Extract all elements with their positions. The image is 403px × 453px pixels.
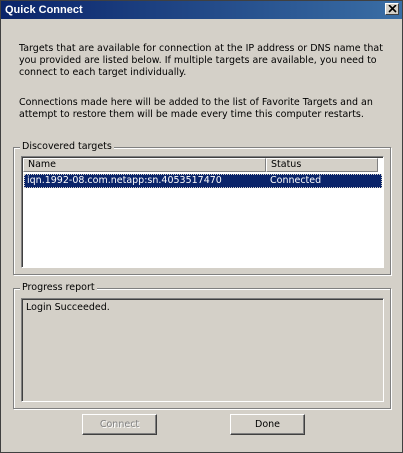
discovered-targets-label: Discovered targets — [20, 141, 114, 153]
intro-paragraph-1: Targets that are available for connectio… — [19, 43, 383, 78]
target-status-cell: Connected — [270, 175, 322, 186]
progress-report-group: Progress report Login Succeeded. — [13, 282, 391, 409]
table-row[interactable]: iqn.1992-08.com.netapp:sn.4053517470 Con… — [24, 174, 382, 188]
targets-list[interactable]: Name Status iqn.1992-08.com.netapp:sn.40… — [21, 156, 384, 268]
column-header-status[interactable]: Status — [266, 158, 378, 172]
target-name-cell: iqn.1992-08.com.netapp:sn.4053517470 — [27, 175, 222, 186]
intro-paragraph-2: Connections made here will be added to t… — [19, 97, 373, 120]
column-header-name[interactable]: Name — [23, 158, 266, 172]
progress-report-label: Progress report — [20, 282, 97, 294]
close-button[interactable] — [385, 3, 399, 15]
close-icon — [388, 5, 397, 13]
title-bar[interactable]: Quick Connect — [1, 1, 402, 19]
discovered-targets-group: Discovered targets Name Status iqn.1992-… — [13, 141, 391, 275]
done-button[interactable]: Done — [230, 414, 305, 435]
window-title: Quick Connect — [5, 4, 83, 16]
progress-status-text: Login Succeeded. — [26, 302, 110, 313]
connect-button: Connect — [82, 414, 157, 435]
list-header: Name Status — [23, 158, 383, 172]
quick-connect-dialog: Quick Connect Targets that are available… — [0, 0, 403, 453]
progress-report-text: Login Succeeded. — [21, 298, 384, 402]
